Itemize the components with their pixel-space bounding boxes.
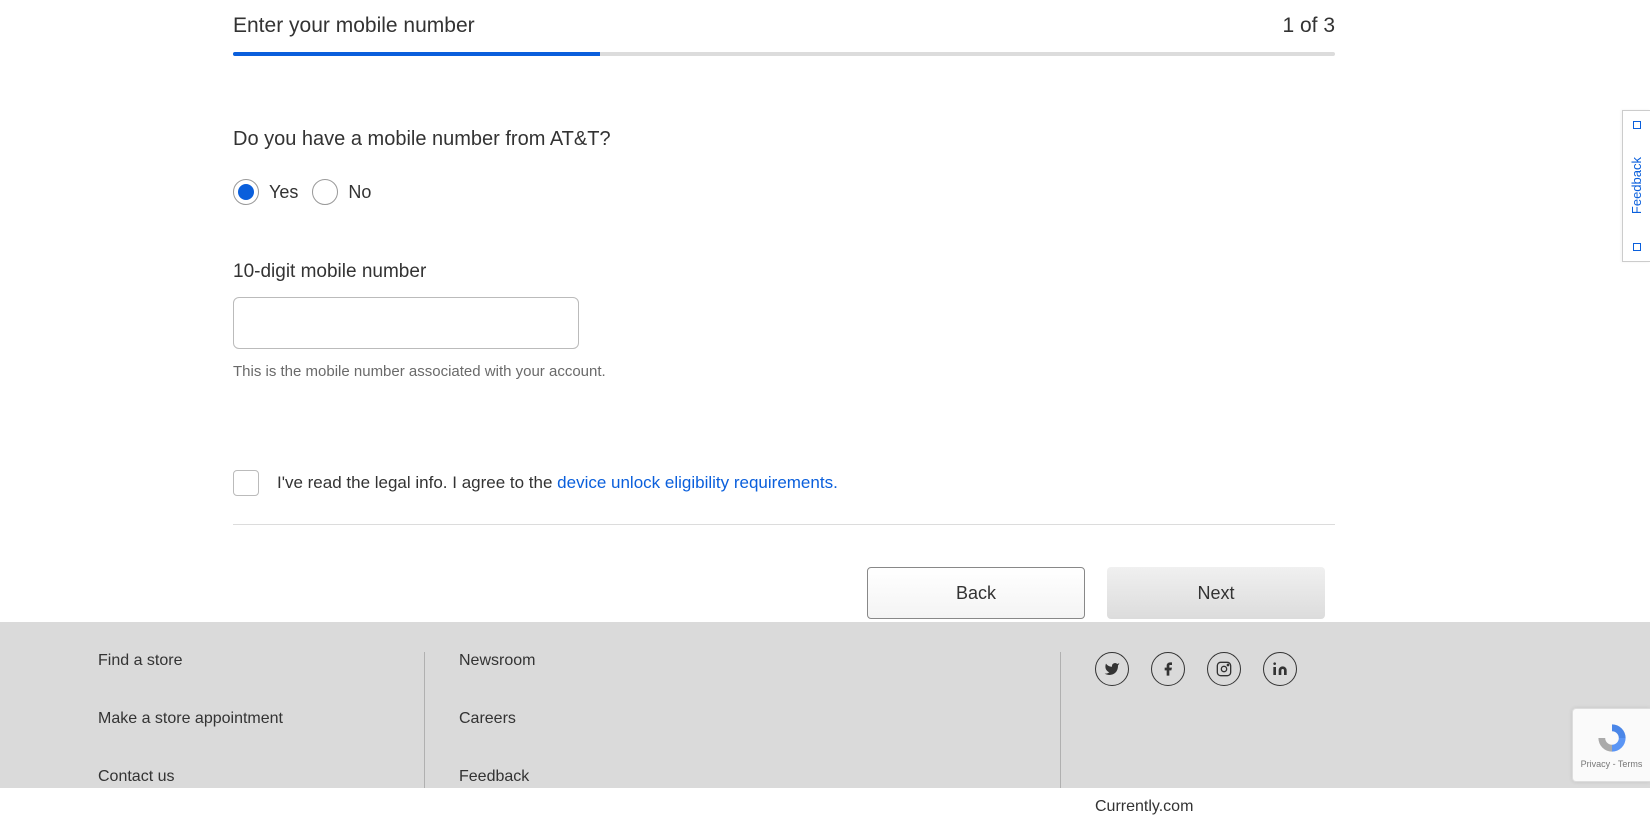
recaptcha-icon <box>1595 721 1629 755</box>
footer-careers[interactable]: Careers <box>459 710 1060 728</box>
eligibility-link[interactable]: device unlock eligibility requirements. <box>557 473 838 492</box>
footer: Find a store Make a store appointment Co… <box>0 622 1650 788</box>
divider <box>233 524 1335 525</box>
question-text: Do you have a mobile number from AT&T? <box>233 128 1335 151</box>
footer-feedback[interactable]: Feedback <box>459 768 1060 786</box>
footer-currently[interactable]: Currently.com <box>1095 798 1650 816</box>
facebook-icon[interactable] <box>1151 652 1185 686</box>
agreement-checkbox[interactable] <box>233 470 259 496</box>
radio-no-label: No <box>348 182 371 203</box>
progress-bar <box>233 52 1335 56</box>
step-counter: 1 of 3 <box>1282 14 1335 38</box>
twitter-icon[interactable] <box>1095 652 1129 686</box>
instagram-icon[interactable] <box>1207 652 1241 686</box>
footer-newsroom[interactable]: Newsroom <box>459 652 1060 670</box>
agreement-text: I've read the legal info. I agree to the… <box>277 473 838 493</box>
helper-text: This is the mobile number associated wit… <box>233 363 1335 380</box>
footer-contact-us[interactable]: Contact us <box>98 768 424 786</box>
recaptcha-badge[interactable]: Privacy - Terms <box>1572 708 1650 782</box>
radio-yes-label: Yes <box>269 182 298 203</box>
radio-group: Yes No <box>233 179 1335 205</box>
step-title: Enter your mobile number <box>233 14 475 38</box>
feedback-bottom-icon <box>1633 243 1641 251</box>
mobile-number-label: 10-digit mobile number <box>233 261 1335 283</box>
feedback-tab[interactable]: Feedback <box>1622 110 1650 262</box>
back-button[interactable]: Back <box>867 567 1085 619</box>
mobile-number-input[interactable] <box>233 297 579 349</box>
next-button[interactable]: Next <box>1107 567 1325 619</box>
linkedin-icon[interactable] <box>1263 652 1297 686</box>
progress-fill <box>233 52 600 56</box>
recaptcha-text: Privacy - Terms <box>1581 759 1643 769</box>
radio-no[interactable]: No <box>312 179 371 205</box>
feedback-top-icon <box>1633 121 1641 129</box>
footer-find-store[interactable]: Find a store <box>98 652 424 670</box>
feedback-tab-label: Feedback <box>1629 157 1644 214</box>
radio-yes[interactable]: Yes <box>233 179 298 205</box>
footer-make-appointment[interactable]: Make a store appointment <box>98 710 424 728</box>
